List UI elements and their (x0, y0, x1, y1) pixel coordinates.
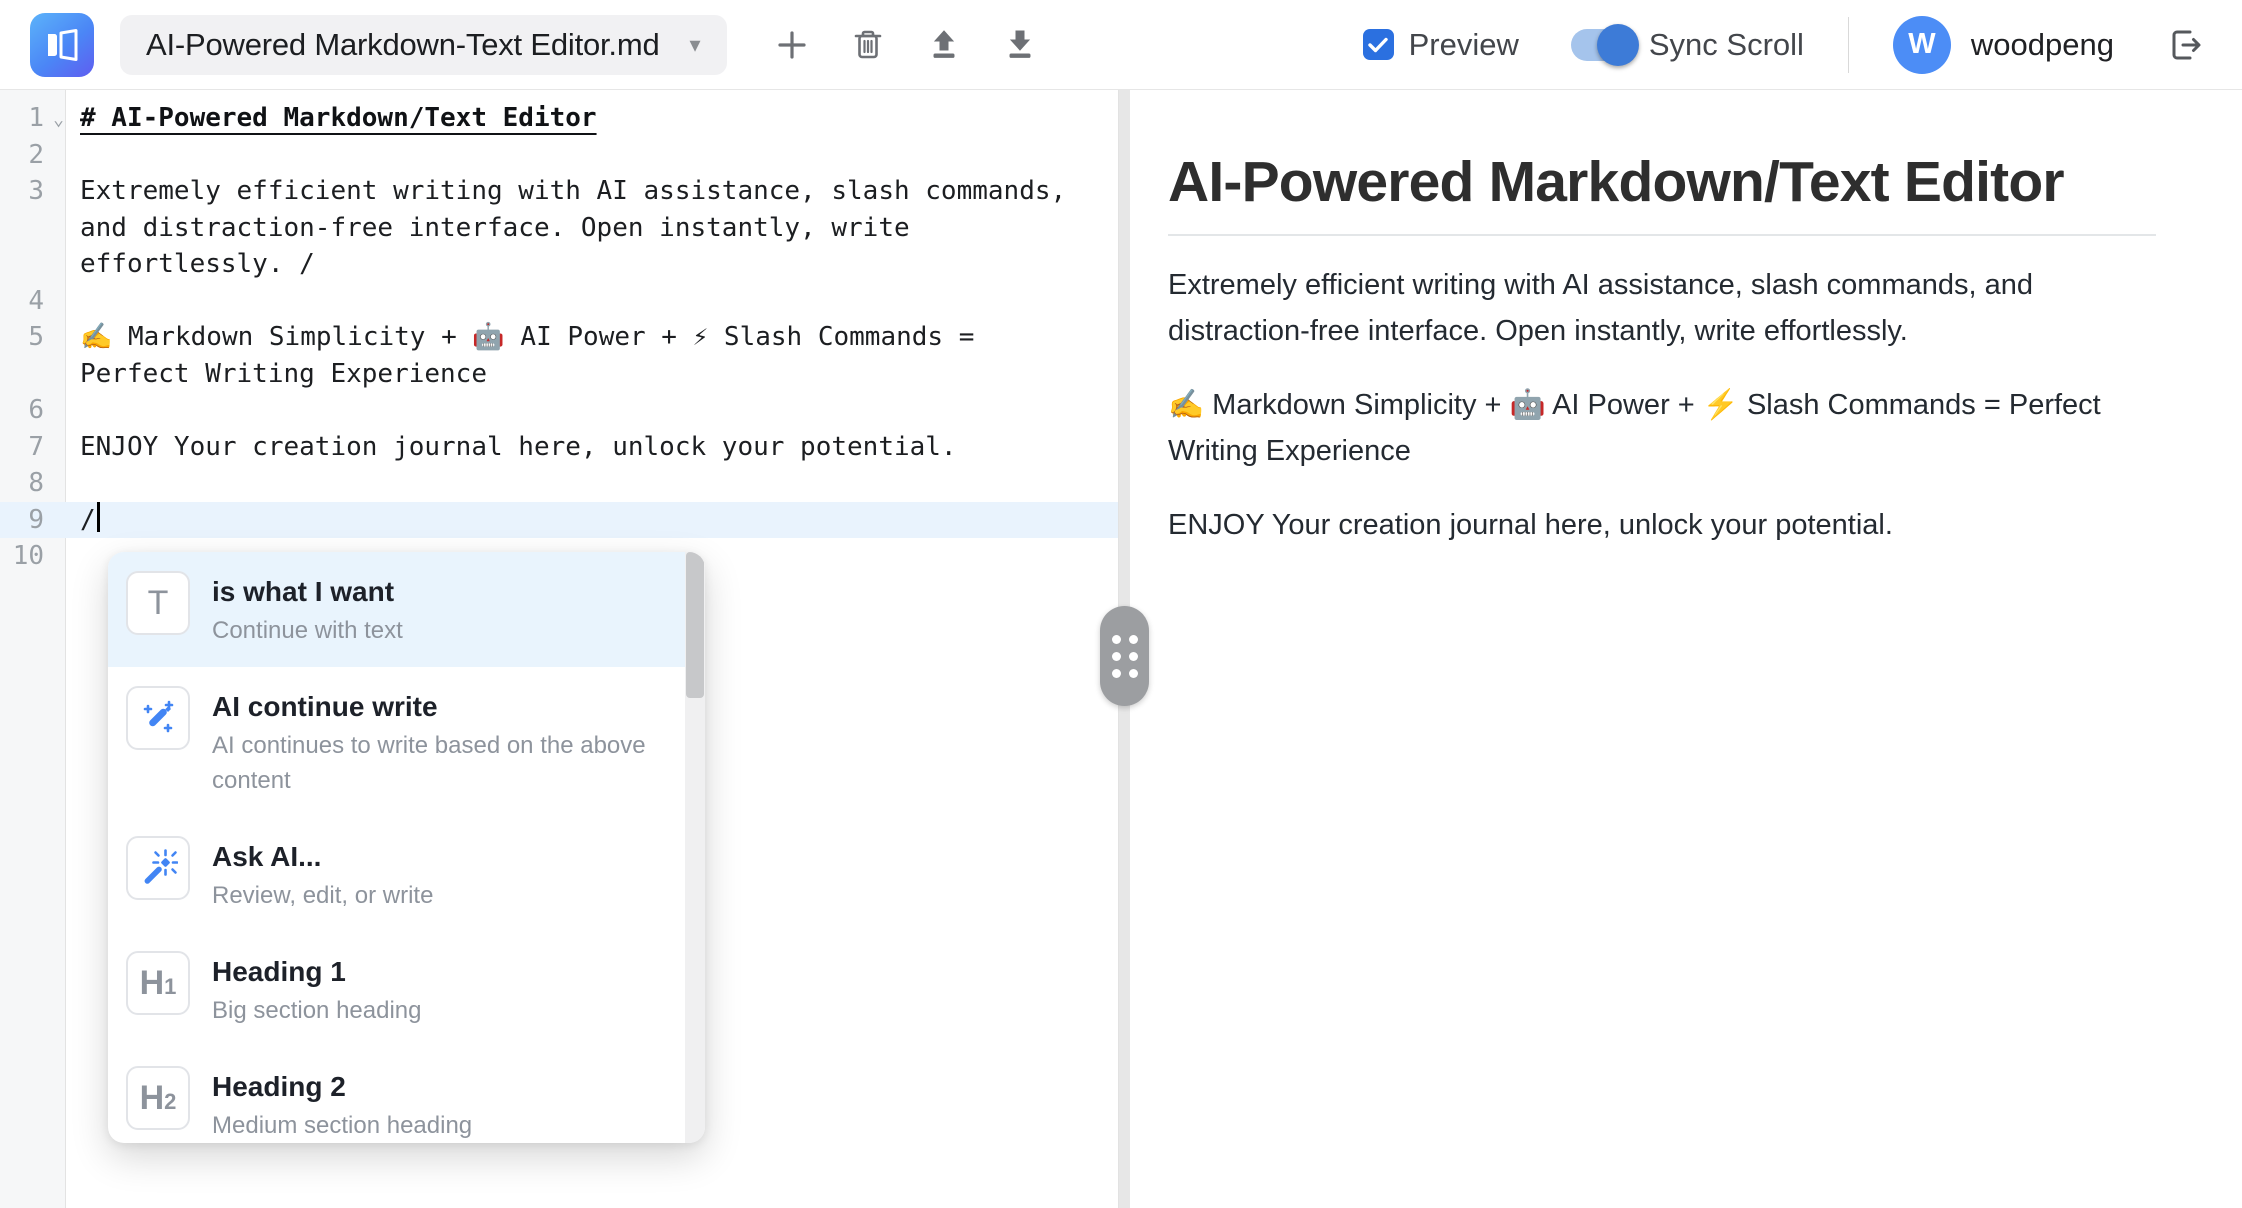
main-split: 1 ⌄ # AI-Powered Markdown/Text Editor 2 3… (0, 90, 2242, 1208)
editor-line-text (66, 465, 1118, 502)
download-icon (1002, 27, 1038, 63)
slash-command-list: T is what I want Continue with text (108, 552, 685, 1143)
editor-line[interactable]: 3 Extremely efficient writing with AI as… (0, 173, 1118, 283)
slash-command-menu: T is what I want Continue with text (108, 552, 705, 1143)
editor-line[interactable]: 8 (0, 465, 1118, 502)
grip-dots-icon (1112, 635, 1138, 678)
user-avatar[interactable]: W (1893, 16, 1951, 74)
line-number: 9 (28, 505, 44, 535)
menu-item-title: AI continue write (212, 688, 667, 726)
filename-dropdown[interactable]: AI-Powered Markdown-Text Editor.md ▾ (120, 15, 727, 75)
editor-line[interactable]: 2 (0, 137, 1118, 174)
line-number: 7 (28, 432, 44, 462)
preview-pane: AI-Powered Markdown/Text Editor Extremel… (1130, 90, 2242, 1208)
menu-item-title: Ask AI... (212, 838, 433, 876)
preview-paragraph: Extremely efficient writing with AI assi… (1168, 262, 2156, 354)
preview-paragraph: ✍️ Markdown Simplicity + 🤖 AI Power + ⚡ … (1168, 382, 2156, 474)
editor-line-text: ENJOY Your creation journal here, unlock… (66, 429, 1118, 466)
trash-icon (850, 27, 886, 63)
fold-chevron-icon[interactable]: ⌄ (53, 102, 64, 139)
check-icon (1368, 37, 1388, 53)
menu-item-heading-2[interactable]: H2 Heading 2 Medium section heading (108, 1047, 685, 1143)
upload-icon (926, 27, 962, 63)
menu-item-title: Heading 2 (212, 1068, 472, 1106)
editor-line[interactable]: 5 ✍️ Markdown Simplicity + 🤖 AI Power + … (0, 319, 1118, 392)
editor-pane[interactable]: 1 ⌄ # AI-Powered Markdown/Text Editor 2 3… (0, 90, 1119, 1208)
sync-scroll-toggle[interactable] (1571, 29, 1633, 61)
text-icon: T (126, 571, 190, 635)
divider-drag-handle[interactable] (1100, 606, 1149, 706)
username-label: woodpeng (1971, 27, 2114, 63)
menu-item-subtitle: AI continues to write based on the above… (212, 728, 667, 798)
new-file-button[interactable] (769, 22, 815, 68)
upload-button[interactable] (921, 22, 967, 68)
menu-item-subtitle: Continue with text (212, 613, 403, 648)
preview-checkbox[interactable] (1363, 29, 1394, 60)
line-number: 3 (28, 176, 44, 206)
delete-file-button[interactable] (845, 22, 891, 68)
heading-1-icon: H1 (126, 951, 190, 1015)
app-window: AI-Powered Markdown-Text Editor.md ▾ (0, 0, 2242, 1208)
code-editor[interactable]: 1 ⌄ # AI-Powered Markdown/Text Editor 2 3… (0, 90, 1118, 575)
menu-item-title: Heading 1 (212, 953, 421, 991)
toolbar: AI-Powered Markdown-Text Editor.md ▾ (0, 0, 2242, 90)
line-number: 10 (13, 541, 44, 571)
editor-line-text (66, 392, 1118, 429)
line-number: 8 (28, 468, 44, 498)
editor-line-active[interactable]: 9 / (0, 502, 1118, 539)
editor-line-text (66, 283, 1118, 320)
menu-item-heading-1[interactable]: H1 Heading 1 Big section heading (108, 932, 685, 1047)
editor-line-text: Extremely efficient writing with AI assi… (66, 173, 1118, 283)
magic-wand-icon (126, 686, 190, 750)
text-cursor (97, 502, 100, 532)
editor-line-text: / (66, 502, 1118, 539)
line-number: 5 (28, 322, 44, 352)
book-reader-icon (42, 25, 82, 65)
preview-checkbox-label: Preview (1409, 27, 1519, 63)
editor-line[interactable]: 6 (0, 392, 1118, 429)
sparkle-wand-icon (126, 836, 190, 900)
line-number: 6 (28, 395, 44, 425)
preview-paragraph: ENJOY Your creation journal here, unlock… (1168, 502, 2156, 548)
menu-item-ai-continue-write[interactable]: AI continue write AI continues to write … (108, 667, 685, 817)
menu-item-title: is what I want (212, 573, 403, 611)
menu-item-subtitle: Big section heading (212, 993, 421, 1028)
preview-heading: AI-Powered Markdown/Text Editor (1168, 146, 2156, 218)
editor-line[interactable]: 1 ⌄ # AI-Powered Markdown/Text Editor (0, 100, 1118, 137)
toolbar-right: Preview Sync Scroll W woodpeng (1363, 16, 2208, 74)
pane-divider[interactable] (1119, 90, 1130, 1208)
plus-icon (774, 27, 810, 63)
editor-line-text: # AI-Powered Markdown/Text Editor (66, 100, 1118, 137)
menu-item-subtitle: Medium section heading (212, 1108, 472, 1143)
sign-out-icon (2165, 25, 2205, 65)
toolbar-separator (1848, 17, 1849, 73)
editor-line[interactable]: 7 ENJOY Your creation journal here, unlo… (0, 429, 1118, 466)
menu-scrollbar-thumb[interactable] (686, 552, 704, 698)
menu-item-subtitle: Review, edit, or write (212, 878, 433, 913)
filename-label: AI-Powered Markdown-Text Editor.md (146, 27, 660, 63)
menu-item-ask-ai[interactable]: Ask AI... Review, edit, or write (108, 817, 685, 932)
editor-line[interactable]: 4 (0, 283, 1118, 320)
logout-button[interactable] (2162, 22, 2208, 68)
download-button[interactable] (997, 22, 1043, 68)
sync-scroll-label: Sync Scroll (1649, 27, 1804, 63)
editor-line-text (66, 137, 1118, 174)
menu-scrollbar-track[interactable] (685, 552, 705, 1143)
line-number: 1 (28, 103, 44, 133)
toggle-knob (1597, 24, 1639, 66)
heading-2-icon: H2 (126, 1066, 190, 1130)
app-logo[interactable] (30, 13, 94, 77)
preview-heading-rule (1168, 234, 2156, 236)
editor-line-text: ✍️ Markdown Simplicity + 🤖 AI Power + ⚡ … (66, 319, 1118, 392)
chevron-down-icon: ▾ (690, 32, 701, 58)
line-number: 2 (28, 140, 44, 170)
menu-item-continue-with-text[interactable]: T is what I want Continue with text (108, 552, 685, 667)
line-number: 4 (28, 286, 44, 316)
